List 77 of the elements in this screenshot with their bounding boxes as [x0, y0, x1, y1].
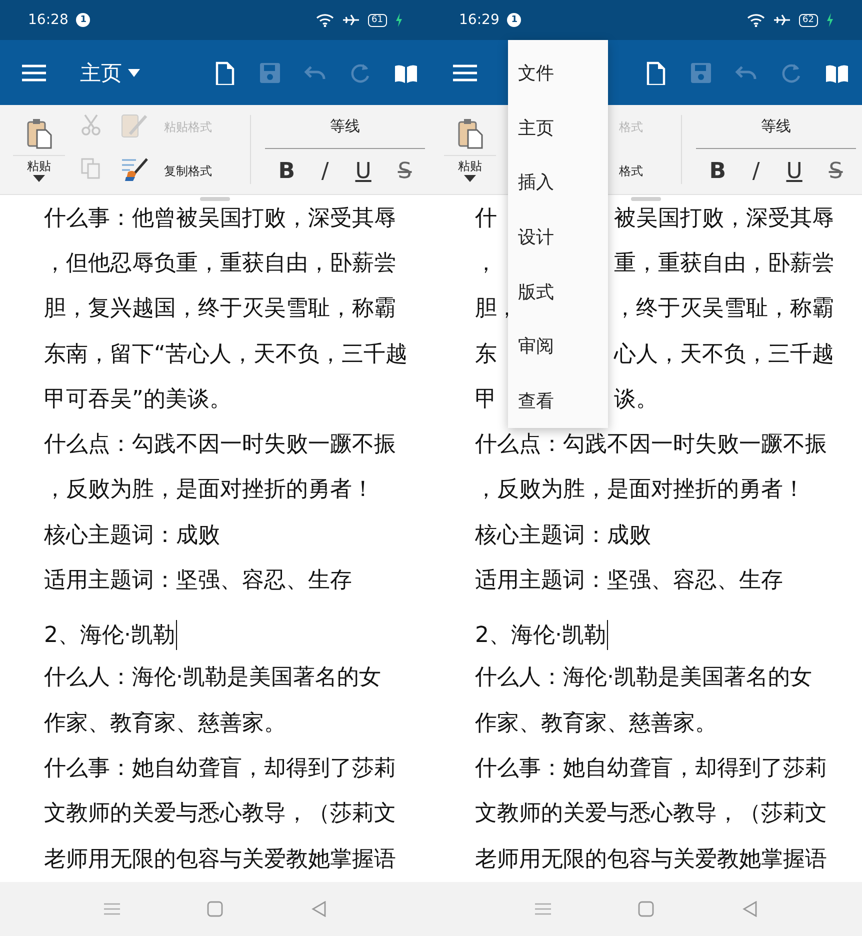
menu-item[interactable]: 版式	[508, 264, 608, 319]
paste-button[interactable]: 粘贴	[458, 158, 482, 182]
text-line: 核心主题词：成败	[475, 522, 651, 550]
notification-badge: 1	[76, 13, 90, 27]
text-line: 什么事：她自幼聋盲，却得到了莎莉	[44, 754, 396, 783]
copy-format-button[interactable]: 复制格式	[152, 162, 212, 180]
charging-icon	[826, 13, 834, 27]
status-time: 16:29	[459, 12, 500, 28]
text-line: ，反败为胜，是面对挫折的勇者！	[475, 476, 805, 504]
caret-icon	[128, 68, 140, 76]
font-selector[interactable]: 等线	[696, 105, 856, 149]
menu-item[interactable]: 审阅	[508, 318, 608, 374]
text-line: 东	[475, 342, 496, 367]
airplane-icon	[772, 13, 791, 27]
strike-button[interactable]: S	[824, 159, 847, 184]
drag-handle[interactable]	[200, 197, 230, 201]
italic-button[interactable]: /	[317, 159, 333, 184]
text-line: 核心主题词：成败	[44, 522, 220, 550]
text-line: 什么事：他曾被吴国打败，深受其辱	[44, 204, 396, 233]
battery-level: 62	[798, 14, 818, 26]
text-line: 作家、教育家、慈善家。	[44, 710, 286, 738]
caret-icon	[464, 175, 476, 182]
text-line: ，但他忍辱负重，重获自由，卧薪尝	[44, 250, 396, 278]
text-line: 东南，留下“苦心人，天不负，三千越	[44, 340, 408, 369]
heading: 2、海伦·凯勒	[475, 622, 606, 650]
text-line: 甲	[475, 386, 496, 412]
bold-button[interactable]: B	[274, 159, 299, 184]
menu-item[interactable]: 文件	[508, 46, 608, 101]
text-line: ，终于灭吴雪耻，称霸	[614, 295, 834, 324]
bold-button[interactable]: B	[705, 159, 730, 184]
text-line: ，	[475, 250, 496, 276]
text-line: 适用主题词：坚强、容忍、生存	[44, 567, 352, 596]
paste-button[interactable]: 粘贴	[27, 158, 51, 182]
text-line: 作家、教育家、慈善家。	[475, 710, 717, 738]
wifi-icon	[316, 13, 334, 27]
text-line: 什么人：海伦·凯勒是美国著名的女	[475, 664, 812, 692]
home-icon[interactable]	[207, 901, 224, 917]
text-line: 什么事：她自幼聋盲，却得到了莎莉	[475, 754, 827, 783]
notification-badge: 1	[507, 13, 522, 27]
wifi-icon	[746, 13, 765, 27]
underline-button[interactable]: U	[782, 159, 806, 184]
status-time: 16:28	[28, 12, 68, 28]
text-line: 胆，复兴越国，终于灭吴雪耻，称霸	[44, 295, 396, 324]
heading: 2、海伦·凯勒	[44, 622, 175, 650]
underline-button[interactable]: U	[351, 159, 376, 184]
clipboard-icon[interactable]	[457, 117, 483, 149]
caret-icon	[33, 175, 45, 182]
text-line: 心人，天不负，三千越	[614, 340, 834, 369]
font-selector[interactable]: 等线	[265, 105, 425, 149]
clipboard-icon[interactable]	[26, 117, 52, 149]
text-line: 甲可吞吴”的美谈。	[44, 386, 232, 414]
text-line: 重，重获自由，卧薪尝	[614, 250, 834, 278]
tab-dropdown[interactable]: 主页	[80, 58, 140, 86]
charging-icon	[395, 13, 403, 27]
text-line: 文教师的关爱与悉心教导，（莎莉文	[44, 800, 396, 828]
back-icon[interactable]	[742, 901, 758, 917]
text-line: 什么点：勾践不因一时失败一蹶不振	[475, 431, 827, 460]
drag-handle[interactable]	[631, 197, 661, 201]
text-line: 老师用无限的包容与关爱教她掌握语	[44, 846, 396, 874]
text-line: 文教师的关爱与悉心教导，（莎莉文	[475, 800, 827, 828]
menu-item[interactable]: 查看	[508, 373, 608, 428]
italic-button[interactable]: /	[748, 159, 764, 184]
menu-item[interactable]: 设计	[508, 210, 608, 264]
text-line: 什么人：海伦·凯勒是美国著名的女	[44, 664, 381, 692]
strike-button[interactable]: S	[394, 159, 416, 184]
text-line: 老师用无限的包容与关爱教她掌握语	[475, 846, 827, 874]
airplane-icon	[342, 13, 360, 27]
text-line: 谈。	[614, 386, 658, 414]
paint-brush-icon	[120, 156, 148, 182]
home-icon[interactable]	[638, 901, 654, 917]
battery-level: 61	[368, 14, 387, 26]
back-icon[interactable]	[311, 901, 328, 917]
text-line: ，反败为胜，是面对挫折的勇者！	[44, 476, 374, 504]
text-line: 什	[475, 206, 496, 231]
text-line: 什么点：勾践不因一时失败一蹶不振	[44, 431, 396, 460]
text-line: 被吴国打败，深受其辱	[614, 204, 834, 233]
text-line: 适用主题词：坚强、容忍、生存	[475, 567, 783, 596]
